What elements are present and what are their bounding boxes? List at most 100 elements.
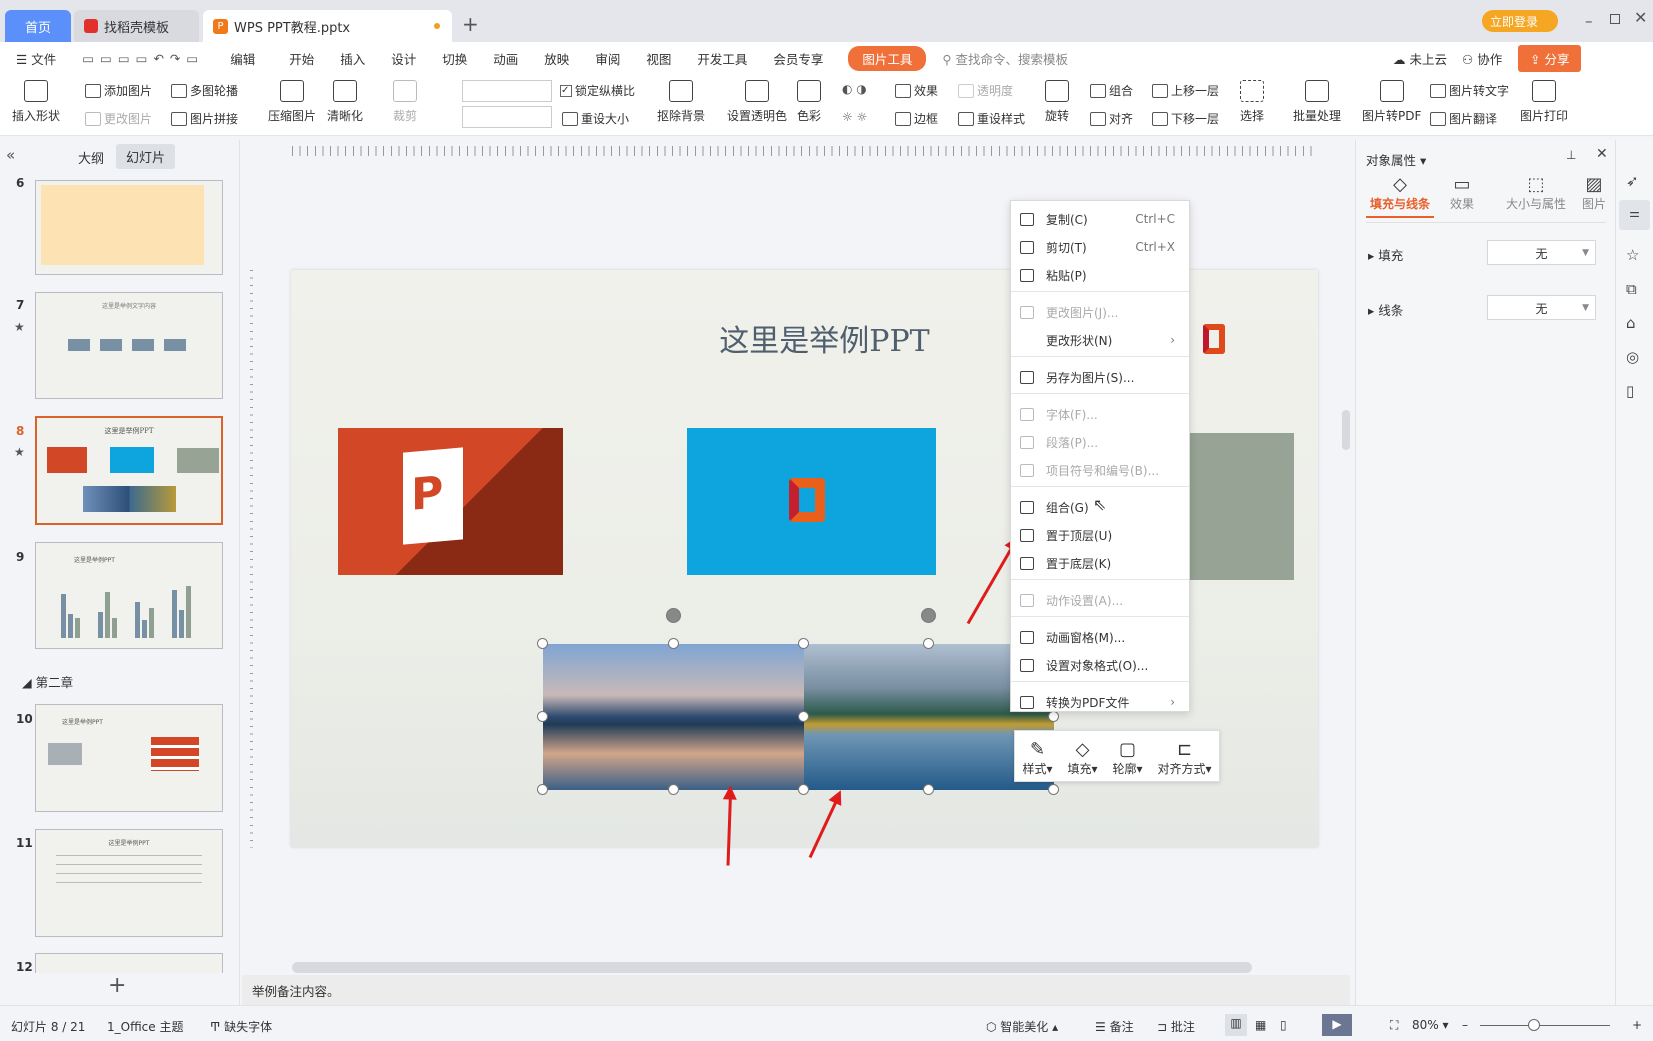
grid-view-icon[interactable]: ▦ [1255,1018,1266,1032]
tab-size-props[interactable]: ⬚ 大小与属性 [1506,174,1566,212]
line-select[interactable]: 无 ▼ [1487,295,1596,320]
menu-item-send-to-back[interactable]: 置于底层(K) [1011,550,1189,576]
send-backward-button[interactable]: 下移一层 [1152,110,1219,127]
lightbulb-icon[interactable]: ◎ [1626,348,1639,366]
rotate-button[interactable]: 旋转 [1045,80,1069,124]
menu-item-change-shape[interactable]: 更改形状(N) › [1011,327,1189,353]
picture-to-pdf-button[interactable]: 图片转PDF [1362,80,1421,124]
slide-thumb-10[interactable]: 这里是举例PPT [35,704,223,812]
menu-edit[interactable]: 编辑 [217,49,268,68]
vertical-scrollbar[interactable] [1342,410,1350,450]
fill-button[interactable]: ◇ 填充▾ [1067,739,1097,777]
slide-thumb-9[interactable]: 这里是举例PPT [35,542,223,649]
group-button[interactable]: 组合 [1090,82,1133,99]
office-blue-image[interactable] [687,428,936,575]
tab-picture[interactable]: ▨ 图片 [1582,174,1606,212]
transition-icon[interactable]: ⧉ [1626,280,1637,298]
reset-style-button[interactable]: 重设样式 [958,110,1025,127]
menu-tab-5[interactable]: 放映 [531,49,582,68]
fill-section-toggle[interactable]: ▸ 填充 [1368,245,1403,264]
bring-forward-button[interactable]: 上移一层 [1152,82,1219,99]
menu-tab-9[interactable]: 会员专享 [760,49,836,68]
menu-tab-8[interactable]: 开发工具 [684,49,760,68]
menu-item-convert-to-pdf[interactable]: 转换为PDF文件 › [1011,689,1189,715]
menu-tab-1[interactable]: 插入 [327,49,378,68]
tab-home[interactable]: 首页 [5,10,71,42]
tab-fill-line[interactable]: ◇ 填充与线条 [1366,174,1434,218]
tab-effects[interactable]: ▭ 效果 [1450,174,1474,212]
translate-button[interactable]: 图片翻译 [1430,110,1497,127]
slide-thumb-12[interactable] [35,953,223,973]
slide-thumb-8-selected[interactable]: 这里是举例PPT [35,416,223,525]
align-button[interactable]: 对齐 [1090,110,1133,127]
slides-tab[interactable]: 幻灯片 [116,144,176,169]
menu-item-copy[interactable]: 复制(C) Ctrl+C [1011,206,1189,232]
outline-tab[interactable]: 大纲 [78,148,104,167]
cloud-button[interactable]: ☁ 未上云 [1393,49,1447,68]
normal-view-icon[interactable]: ▥ [1225,1014,1247,1036]
resize-handle[interactable] [537,638,548,649]
theme-name[interactable]: 1_Office 主题 [107,1018,183,1035]
crop-button[interactable]: 裁剪 [393,80,417,124]
lock-ratio-checkbox[interactable]: ✓ 锁定纵横比 [560,82,635,99]
menu-item-animation-pane[interactable]: 动画窗格(M)... [1011,624,1189,650]
add-slide-button[interactable]: + [108,973,126,998]
set-transparent-button[interactable]: 设置透明色 [727,80,787,124]
notes-toggle[interactable]: ☰ 备注 [1095,1018,1134,1035]
compress-button[interactable]: 压缩图片 [268,80,316,124]
menu-tab-4[interactable]: 动画 [480,49,531,68]
menu-file[interactable]: ☰ 文件 [0,49,69,68]
menu-item-save-as-picture[interactable]: 另存为图片(S)... [1011,364,1189,390]
comment-toggle[interactable]: ⊐ 批注 [1157,1018,1195,1035]
fill-select[interactable]: 无 ▼ [1487,240,1596,265]
menu-item-bring-to-front[interactable]: 置于顶层(U) [1011,522,1189,548]
login-button[interactable]: 立即登录 [1482,10,1558,32]
panel-title-dropdown[interactable]: 对象属性 ▾ [1366,150,1426,169]
stitch-button[interactable]: 图片拼接 [171,110,238,127]
remove-background-button[interactable]: 抠除背景 [657,80,705,124]
style-button[interactable]: ✎ 样式▾ [1022,739,1052,777]
maximize-button[interactable] [1610,14,1620,24]
book-search-icon[interactable]: ▯ [1626,382,1634,400]
quick-access-icons[interactable]: ▭▭▭▭↶↷▭ [69,51,217,66]
resize-handle[interactable] [1048,784,1059,795]
tab-templates[interactable]: 找稻壳模板 [74,10,199,42]
missing-font-button[interactable]: Ͳ 缺失字体 [210,1018,272,1035]
store-icon[interactable]: ⌂ [1626,314,1636,332]
section-header[interactable]: ◢ 第二章 [22,672,73,691]
collab-button[interactable]: ⚇ 协作 [1462,49,1502,68]
border-button[interactable]: 边框 [895,110,938,127]
rotate-handle-icon[interactable] [666,608,681,623]
smart-beautify-button[interactable]: ⬡ 智能美化 ▴ [986,1018,1058,1035]
new-tab-button[interactable]: + [462,12,479,36]
rocket-icon[interactable]: ➶ [1626,172,1639,190]
picture-print-button[interactable]: 图片打印 [1520,80,1568,124]
animation-star-icon[interactable]: ☆ [1626,246,1639,264]
carousel-button[interactable]: 多图轮播 [171,82,238,99]
height-input[interactable] [462,80,552,102]
resize-handle[interactable] [798,711,809,722]
transparency-button[interactable]: 透明度 [958,82,1013,99]
brightness-buttons[interactable]: ◐ ◑ [842,82,867,96]
slide-thumb-7[interactable]: 这里是举例文字内容 [35,292,223,399]
outline-button[interactable]: ▢ 轮廓▾ [1112,739,1142,777]
pin-icon[interactable]: ⊥ [1566,148,1576,162]
sharpen-button[interactable]: 清晰化 [327,80,363,124]
change-picture-button[interactable]: 更改图片 [85,110,152,127]
width-input[interactable] [462,106,552,128]
insert-shape-button[interactable]: 插入形状 [12,80,60,124]
picture-to-text-button[interactable]: 图片转文字 [1430,82,1509,99]
batch-button[interactable]: 批量处理 [1293,80,1341,124]
resize-handle[interactable] [798,638,809,649]
line-section-toggle[interactable]: ▸ 线条 [1368,300,1403,319]
menu-tab-3[interactable]: 切换 [429,49,480,68]
zoom-slider[interactable] [1480,1025,1610,1026]
menu-tab-0[interactable]: 开始 [276,49,327,68]
properties-sliders-icon[interactable]: ⚌ [1619,200,1650,230]
zoom-in-button[interactable]: + [1632,1018,1642,1032]
resize-handle[interactable] [668,784,679,795]
notes-area[interactable]: 举例备注内容。 [242,975,1350,1005]
align-mode-button[interactable]: ⊏ 对齐方式▾ [1157,739,1211,777]
zoom-slider-thumb[interactable] [1528,1019,1540,1031]
reset-size-button[interactable]: 重设大小 [562,110,629,127]
